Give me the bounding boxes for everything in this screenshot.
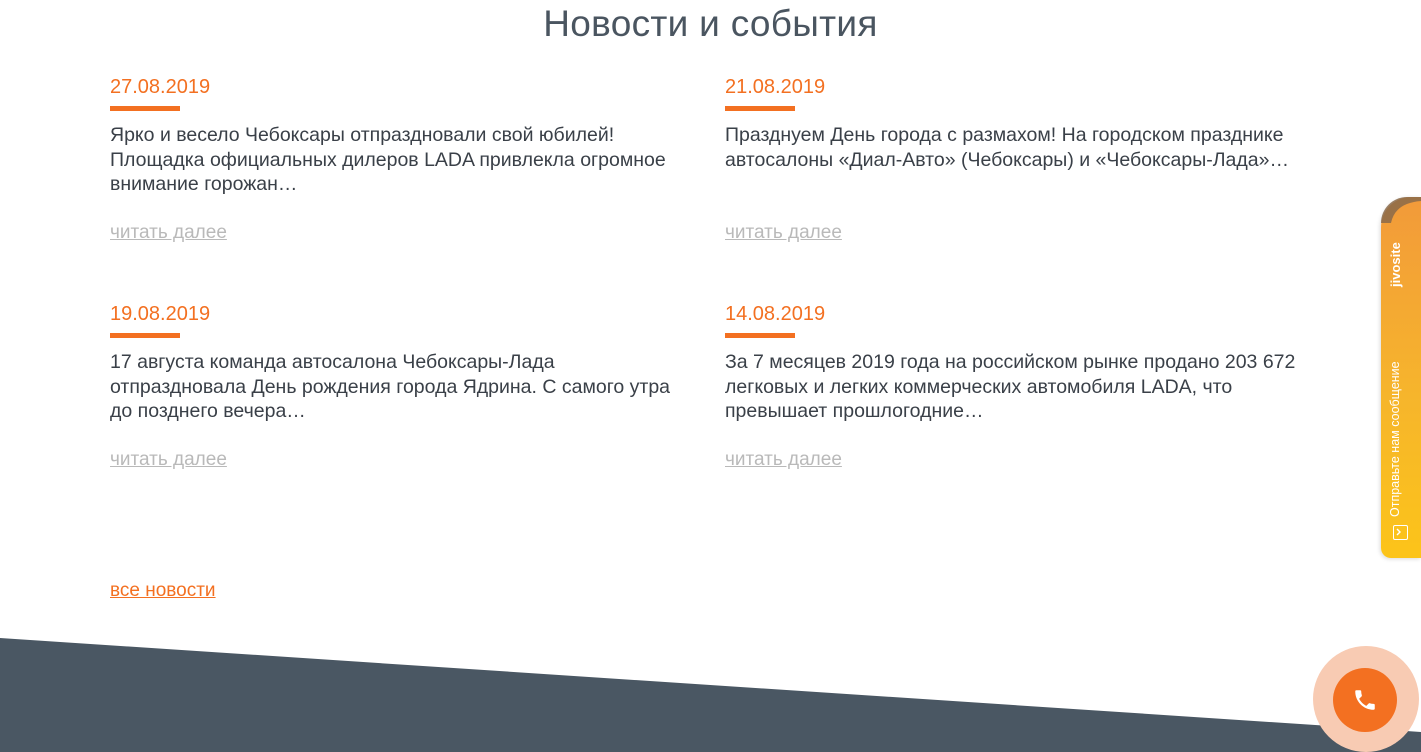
- news-excerpt: Ярко и весело Чебоксары отпраздновали св…: [110, 124, 666, 195]
- date-underline: [110, 333, 180, 338]
- jivo-tab-cap: [1381, 197, 1421, 223]
- phone-icon: [1355, 690, 1375, 710]
- news-date: 19.08.2019: [110, 303, 211, 325]
- news-item: 14.08.2019 За 7 месяцев 2019 года на рос…: [725, 302, 1305, 470]
- news-item: 21.08.2019 Празднуем День города с разма…: [725, 75, 1305, 243]
- news-excerpt: 17 августа команда автосалона Чебоксары-…: [110, 351, 671, 422]
- jivo-label-text: Отправьте нам сообщение: [1388, 361, 1402, 517]
- news-date: 27.08.2019: [110, 76, 211, 98]
- date-underline: [725, 333, 795, 338]
- date-underline: [725, 106, 795, 111]
- date-underline: [110, 106, 180, 111]
- call-button[interactable]: [1333, 668, 1397, 732]
- message-icon: [1393, 525, 1408, 540]
- news-item: 27.08.2019 Ярко и весело Чебоксары отпра…: [110, 75, 690, 243]
- all-news-link[interactable]: все новости: [110, 580, 216, 602]
- news-item: 19.08.2019 17 августа команда автосалона…: [110, 302, 690, 470]
- news-date: 14.08.2019: [725, 303, 826, 325]
- section-title: Новости и события: [543, 3, 878, 44]
- news-date: 21.08.2019: [725, 76, 826, 98]
- read-more-link[interactable]: читать далее: [725, 449, 842, 471]
- jivo-brand-text: jivosite: [1388, 242, 1403, 287]
- read-more-link[interactable]: читать далее: [110, 222, 227, 244]
- footer-slant: [0, 638, 1421, 752]
- read-more-link[interactable]: читать далее: [725, 222, 842, 244]
- news-excerpt: Празднуем День города с размахом! На гор…: [725, 124, 1289, 171]
- jivo-chat-tab[interactable]: jivosite Отправьте нам сообщение: [1381, 197, 1421, 558]
- news-excerpt: За 7 месяцев 2019 года на российском рын…: [725, 351, 1296, 422]
- read-more-link[interactable]: читать далее: [110, 449, 227, 471]
